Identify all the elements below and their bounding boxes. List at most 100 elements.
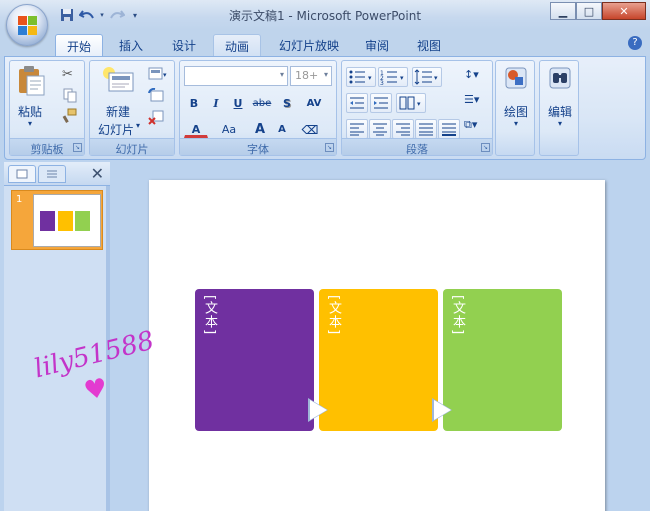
font-group: ▾ 18+ ▾ B I U abe S AV A Aa A A ⌫ 字体 ↘ <box>179 60 337 156</box>
numbering-icon: 123▾ <box>380 70 404 87</box>
distributed-button[interactable] <box>438 119 460 139</box>
font-size-value: 18+ <box>295 69 319 82</box>
bold-button[interactable]: B <box>184 94 204 112</box>
decrease-indent-button[interactable] <box>346 93 368 113</box>
new-slide-label-2: 幻灯片 <box>97 123 134 137</box>
paste-icon <box>19 66 45 96</box>
underline-button[interactable]: U <box>228 94 248 112</box>
tab-home[interactable]: 开始 <box>55 34 103 56</box>
font-launcher-icon[interactable]: ↘ <box>325 143 334 152</box>
thumbnail-shape-purple <box>40 211 55 231</box>
svg-text:▾: ▾ <box>434 74 438 82</box>
svg-text:▾: ▾ <box>163 71 167 79</box>
font-name-dropdown-icon: ▾ <box>279 70 284 79</box>
font-size-combo[interactable]: 18+ ▾ <box>290 66 332 86</box>
align-center-icon <box>373 123 387 136</box>
italic-button[interactable]: I <box>206 94 226 112</box>
slides-pane-tabs: ✕ <box>4 162 110 186</box>
columns-icon: ▾ <box>399 96 421 110</box>
close-button[interactable]: ✕ <box>602 2 646 20</box>
editing-button[interactable]: 编辑 ▾ <box>542 65 578 135</box>
heart-icon: ♥ <box>81 373 110 407</box>
thumbnail-preview <box>33 194 101 247</box>
tab-slideshow[interactable]: 幻灯片放映 <box>270 34 348 56</box>
align-center-button[interactable] <box>369 119 391 139</box>
tab-view[interactable]: 视图 <box>408 34 450 56</box>
tab-insert[interactable]: 插入 <box>110 34 152 56</box>
copy-icon[interactable] <box>62 87 78 103</box>
tab-animation[interactable]: 动画 <box>213 34 261 56</box>
increase-indent-button[interactable] <box>370 93 392 113</box>
thumbnail-shape-green <box>75 211 90 231</box>
new-slide-button[interactable]: 新建 幻灯片 ▾ <box>94 65 142 137</box>
drawing-group: 绘图 ▾ <box>495 60 535 156</box>
align-right-button[interactable] <box>392 119 414 139</box>
tab-outline[interactable] <box>38 165 66 183</box>
font-name-combo[interactable]: ▾ <box>184 66 288 86</box>
shape-2-text[interactable]: [文本] <box>324 295 343 335</box>
clipboard-group: 粘贴 ▾ ✂ 剪贴板 ↘ <box>9 60 85 156</box>
align-left-icon <box>350 123 364 136</box>
paragraph-group: ▾ 1 2 3 ▾ ▾ ▾ ↕▾ ☰▾ ⧉▾ 段落 ↘ <box>341 60 493 156</box>
delete-slide-icon[interactable] <box>148 109 164 125</box>
font-color-button[interactable]: A <box>184 120 208 138</box>
shadow-button[interactable]: S <box>277 94 297 112</box>
new-slide-dropdown-icon: ▾ <box>136 121 141 130</box>
drawing-button[interactable]: 绘图 ▾ <box>498 65 534 135</box>
shrink-font-button[interactable]: A <box>272 120 292 138</box>
slides-group: 新建 幻灯片 ▾ ▾ 幻灯片 <box>89 60 175 156</box>
slide-editing-area: [文本] [文本] [文本] <box>114 162 650 511</box>
justify-icon <box>419 123 433 136</box>
slide-thumbnail[interactable]: 1 <box>11 190 103 250</box>
ribbon-tabs: 开始 插入 设计 动画 幻灯片放映 审阅 视图 ? <box>0 30 650 56</box>
svg-text:3: 3 <box>380 80 384 86</box>
char-spacing-button[interactable]: AV <box>300 94 328 112</box>
binoculars-icon <box>549 67 571 89</box>
layout-icon[interactable]: ▾ <box>148 67 167 83</box>
tab-review[interactable]: 审阅 <box>356 34 398 56</box>
paragraph-launcher-icon[interactable]: ↘ <box>481 143 490 152</box>
clipboard-launcher-icon[interactable]: ↘ <box>73 143 82 152</box>
paste-label: 粘贴 <box>17 105 42 119</box>
shape-1-text[interactable]: [文本] <box>200 295 219 335</box>
strikethrough-button[interactable]: abe <box>250 94 274 112</box>
align-left-button[interactable] <box>346 119 368 139</box>
drawing-label: 绘图 <box>503 105 528 119</box>
slide-canvas[interactable]: [文本] [文本] [文本] <box>149 180 605 511</box>
line-spacing-button[interactable]: ▾ <box>412 67 442 87</box>
decrease-indent-icon <box>350 97 364 109</box>
tab-design[interactable]: 设计 <box>163 34 205 56</box>
numbering-button[interactable]: 1 2 3 ▾ <box>378 67 408 87</box>
new-slide-label-1: 新建 <box>105 105 130 119</box>
cut-icon[interactable]: ✂ <box>62 67 78 83</box>
clear-format-icon[interactable]: ⌫ <box>300 120 320 138</box>
close-icon: ✕ <box>619 4 629 18</box>
close-pane-icon[interactable]: ✕ <box>91 164 104 183</box>
help-icon[interactable]: ? <box>628 36 642 50</box>
svg-text:▾: ▾ <box>417 100 421 108</box>
smartart-icon[interactable]: ⧉▾ <box>464 118 488 134</box>
grow-font-button[interactable]: A <box>250 120 270 138</box>
justify-button[interactable] <box>415 119 437 139</box>
process-shape-3[interactable]: [文本] <box>443 289 562 431</box>
maximize-button[interactable]: □ <box>576 2 602 20</box>
paste-button[interactable]: 粘贴 ▾ <box>14 65 46 133</box>
reset-slide-icon[interactable] <box>148 87 164 104</box>
thumbnail-shape-yellow <box>58 211 73 231</box>
align-text-icon[interactable]: ☰▾ <box>464 93 488 109</box>
process-shape-2[interactable]: [文本] <box>319 289 438 431</box>
tab-slides-thumbnails[interactable] <box>8 165 36 183</box>
text-direction-icon[interactable]: ↕▾ <box>464 68 488 84</box>
columns-button[interactable]: ▾ <box>396 93 426 113</box>
increase-indent-icon <box>374 97 388 109</box>
minimize-button[interactable]: ▁ <box>550 2 576 20</box>
editing-dropdown-icon: ▾ <box>557 119 562 128</box>
format-painter-icon[interactable] <box>62 108 78 124</box>
drawing-dropdown-icon: ▾ <box>513 119 518 128</box>
office-button[interactable] <box>6 4 48 46</box>
shape-3-text[interactable]: [文本] <box>448 295 467 335</box>
title-bar: ▾ ▾ 演示文稿1 - Microsoft PowerPoint ▁ □ ✕ <box>0 0 650 30</box>
bullets-button[interactable]: ▾ <box>346 67 376 87</box>
change-case-button[interactable]: Aa <box>216 120 242 138</box>
process-shape-1[interactable]: [文本] <box>195 289 314 431</box>
